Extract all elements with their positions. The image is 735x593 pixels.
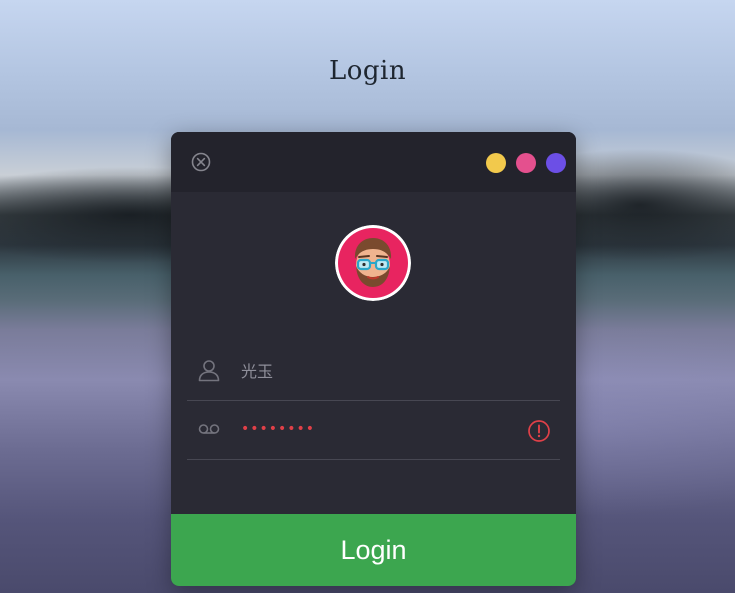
avatar bbox=[335, 225, 411, 301]
voicemail-icon bbox=[197, 417, 221, 441]
close-icon[interactable] bbox=[191, 152, 211, 172]
username-input[interactable] bbox=[241, 356, 521, 384]
password-field bbox=[187, 401, 560, 460]
window-titlebar bbox=[171, 132, 576, 192]
window-dots bbox=[486, 153, 566, 173]
login-card: Login bbox=[171, 132, 576, 586]
user-icon bbox=[197, 358, 221, 382]
username-field bbox=[187, 342, 560, 401]
pink-dot-button[interactable] bbox=[516, 153, 536, 173]
login-button[interactable]: Login bbox=[171, 514, 576, 586]
password-input[interactable] bbox=[241, 415, 521, 443]
page-title: Login bbox=[328, 56, 407, 86]
yellow-dot-button[interactable] bbox=[486, 153, 506, 173]
exclamation-circle-icon[interactable] bbox=[527, 419, 551, 443]
purple-dot-button[interactable] bbox=[546, 153, 566, 173]
